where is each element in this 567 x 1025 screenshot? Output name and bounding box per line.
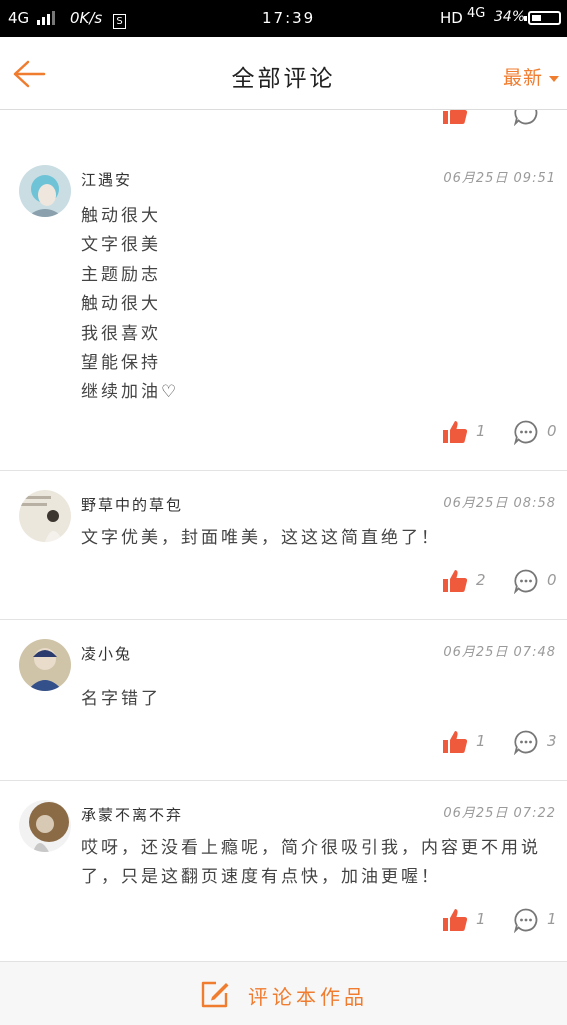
like-count: 1 bbox=[476, 732, 486, 750]
thumbs-up-icon[interactable] bbox=[442, 568, 468, 594]
comment-time: 06月25日 07:22 bbox=[443, 806, 556, 821]
reply-count: 0 bbox=[547, 571, 557, 589]
like-count: 1 bbox=[476, 910, 486, 928]
avatar[interactable] bbox=[19, 490, 71, 542]
comment-text: 名字错了 bbox=[81, 689, 161, 709]
avatar[interactable] bbox=[19, 639, 71, 691]
thumbs-up-icon[interactable] bbox=[442, 907, 468, 933]
write-comment-label: 评论本作品 bbox=[248, 985, 368, 1009]
comment-bubble-icon[interactable] bbox=[513, 729, 539, 755]
battery-icon bbox=[524, 11, 561, 25]
hd-label: HD bbox=[440, 9, 463, 27]
comment-item: 凌小兔 06月25日 07:48 名字错了 1 3 bbox=[0, 620, 567, 781]
username[interactable]: 野草中的草包 bbox=[81, 494, 183, 515]
comment-item: 江遇安 06月25日 09:51 触动很大 文字很美 主题励志 触动很大 我很喜… bbox=[0, 146, 567, 471]
comment-bubble-icon[interactable] bbox=[513, 110, 539, 126]
signal-icon bbox=[37, 11, 55, 25]
network2-label: 4G bbox=[467, 6, 486, 21]
comment-actions: 2 0 bbox=[0, 566, 567, 596]
reply-count: 0 bbox=[547, 422, 557, 440]
reply-count: 1 bbox=[547, 910, 557, 928]
reply-count: 3 bbox=[547, 732, 557, 750]
thumbs-up-icon[interactable] bbox=[442, 729, 468, 755]
comment-time: 06月25日 09:51 bbox=[443, 171, 556, 186]
footer-bar: 评论本作品 bbox=[0, 961, 567, 1025]
comment-bubble-icon[interactable] bbox=[513, 419, 539, 445]
username[interactable]: 江遇安 bbox=[81, 169, 132, 190]
comment-actions: 1 0 bbox=[0, 417, 567, 447]
comment-text: 文字优美，封面唯美，这这这简直绝了！ bbox=[81, 528, 441, 548]
like-count: 1 bbox=[476, 422, 486, 440]
s-badge-text: S bbox=[113, 14, 126, 29]
comment-bubble-icon[interactable] bbox=[513, 568, 539, 594]
comment-text: 哎呀，还没看上瘾呢，简介很吸引我，内容更不用说了，只是这翻页速度有点快，加油更喔… bbox=[81, 838, 541, 888]
net-speed: 0K/s bbox=[70, 9, 103, 27]
comment-time: 06月25日 08:58 bbox=[443, 496, 556, 511]
network-label: 4G bbox=[8, 9, 30, 27]
comment-bubble-icon[interactable] bbox=[513, 907, 539, 933]
previous-comment-partial bbox=[0, 110, 567, 147]
comment-item: 承蒙不离不弃 06月25日 07:22 哎呀，还没看上瘾呢，简介很吸引我，内容更… bbox=[0, 781, 567, 961]
chevron-down-icon bbox=[549, 75, 559, 82]
clock: 17:39 bbox=[262, 9, 316, 27]
comment-item: 野草中的草包 06月25日 08:58 文字优美，封面唯美，这这这简直绝了！ 2… bbox=[0, 471, 567, 620]
username[interactable]: 凌小兔 bbox=[81, 643, 132, 664]
like-count: 2 bbox=[476, 571, 486, 589]
avatar[interactable] bbox=[19, 800, 71, 852]
thumbs-up-icon[interactable] bbox=[442, 110, 468, 126]
comment-actions: 1 1 bbox=[0, 905, 567, 935]
edit-icon bbox=[201, 981, 229, 1008]
sort-label: 最新 bbox=[502, 67, 543, 89]
battery-percent: 34% bbox=[494, 9, 526, 25]
status-bar: 4G 0K/s S 17:39 HD 4G 34% bbox=[0, 0, 567, 37]
username[interactable]: 承蒙不离不弃 bbox=[81, 804, 183, 825]
sort-dropdown[interactable]: 最新 bbox=[503, 63, 559, 90]
thumbs-up-icon[interactable] bbox=[442, 419, 468, 445]
comment-time: 06月25日 07:48 bbox=[443, 645, 556, 660]
page-title: 全部评论 bbox=[231, 66, 336, 92]
avatar[interactable] bbox=[19, 165, 71, 217]
comment-actions: 1 3 bbox=[0, 727, 567, 757]
nav-bar: 全部评论 最新 bbox=[0, 37, 567, 110]
s-badge-icon: S bbox=[113, 10, 126, 29]
comment-text: 触动很大 文字很美 主题励志 触动很大 我很喜欢 望能保持 继续加油♡ bbox=[81, 206, 180, 403]
